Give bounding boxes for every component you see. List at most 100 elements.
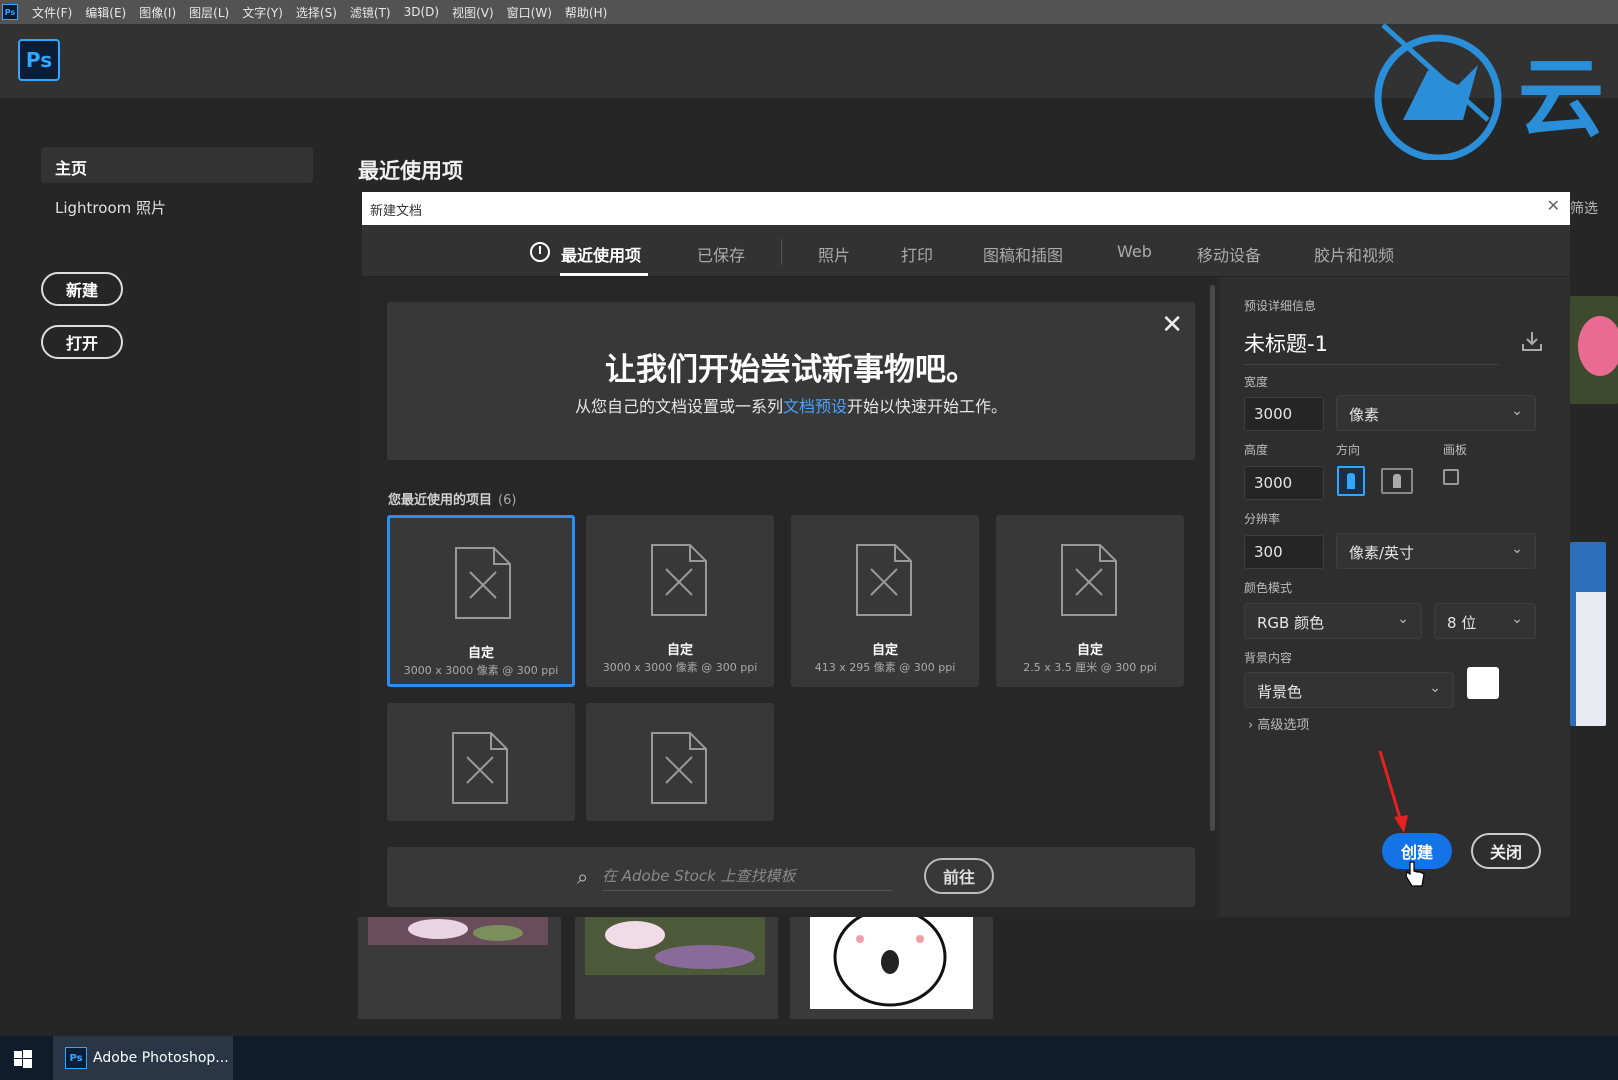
menu-file[interactable]: 文件(F) [32, 4, 72, 21]
chevron-down-icon: ⌄ [1511, 403, 1523, 419]
windows-start-icon[interactable] [14, 1050, 32, 1068]
dialog-title: 新建文档 [370, 204, 423, 219]
chevron-down-icon: ⌄ [1511, 541, 1523, 557]
card-name: 自定 [467, 646, 494, 661]
recent-thumb-2[interactable] [575, 917, 778, 1019]
new-document-dialog: 最近使用项 已保存 照片 打印 图稿和插图 Web 移动设备 胶片和视频 ✕ 让… [362, 225, 1570, 917]
new-button[interactable]: 新建 [41, 272, 123, 306]
menu-layer[interactable]: 图层(L) [189, 4, 229, 21]
stock-search-input[interactable]: 在 Adobe Stock 上查找模板 [602, 865, 892, 891]
preset-details-panel: 预设详细信息 未标题-1 宽度 3000 像素 ⌄ 高度 3000 方向 画板 分… [1221, 277, 1570, 917]
document-presets-link[interactable]: 文档预设 [783, 397, 847, 416]
document-name-input[interactable]: 未标题-1 [1244, 328, 1499, 365]
portrait-orientation-icon[interactable] [1337, 466, 1365, 496]
menu-filter[interactable]: 滤镜(T) [350, 4, 391, 21]
cartoon-face-image [810, 917, 973, 1009]
dialog-close-icon[interactable]: ✕ [1547, 196, 1560, 215]
recent-preset-card[interactable]: 自定 3000 x 3000 像素 @ 300 ppi [586, 515, 774, 687]
tab-photo[interactable]: 照片 [818, 242, 850, 266]
filter-label[interactable]: 筛选 [1570, 198, 1598, 218]
resolution-unit-select[interactable]: 像素/英寸 ⌄ [1336, 533, 1536, 569]
artboard-checkbox[interactable] [1443, 469, 1459, 485]
watermark-logo: 云 [1374, 23, 1604, 160]
bit-depth-value: 8 位 [1447, 614, 1477, 632]
color-mode-select[interactable]: RGB 颜色 ⌄ [1244, 603, 1422, 639]
close-button[interactable]: 关闭 [1471, 833, 1541, 869]
recent-preset-card[interactable]: 自定 413 x 295 像素 @ 300 ppi [791, 515, 979, 687]
menu-view[interactable]: 视图(V) [452, 4, 494, 21]
dialog-title-bar: 新建文档 ✕ [362, 192, 1570, 225]
height-input[interactable]: 3000 [1244, 466, 1324, 500]
taskbar-photoshop[interactable]: Ps Adobe Photoshop... [53, 1036, 233, 1080]
bit-depth-select[interactable]: 8 位 ⌄ [1434, 603, 1536, 639]
resolution-input[interactable]: 300 [1244, 535, 1324, 569]
width-input[interactable]: 3000 [1244, 397, 1324, 431]
card-dimensions: 413 x 295 像素 @ 300 ppi [814, 661, 956, 674]
menu-image[interactable]: 图像(I) [139, 4, 176, 21]
document-icon [452, 732, 508, 804]
sidebar-item-home[interactable]: 主页 [41, 147, 313, 183]
red-arrow-annotation [1378, 750, 1408, 833]
presets-scrollbar[interactable] [1210, 285, 1215, 831]
recent-preset-card[interactable]: 自定 2.5 x 3.5 厘米 @ 300 ppi [996, 515, 1184, 687]
tab-web[interactable]: Web [1117, 242, 1152, 261]
active-tab-underline [560, 273, 648, 276]
chevron-down-icon: ⌄ [1511, 611, 1523, 627]
preset-details-label: 预设详细信息 [1244, 299, 1317, 313]
width-label: 宽度 [1244, 375, 1269, 389]
search-icon: ⌕ [577, 865, 589, 889]
menu-type[interactable]: 文字(Y) [242, 4, 283, 21]
artboard-label: 画板 [1443, 443, 1468, 457]
ps-taskbar-icon: Ps [65, 1047, 87, 1069]
menu-select[interactable]: 选择(S) [296, 4, 337, 21]
ps-logo: Ps [18, 39, 60, 81]
banner-close-icon[interactable]: ✕ [1161, 310, 1183, 340]
banner-heading: 让我们开始尝试新事物吧。 [605, 352, 977, 388]
recent-items-title: 您最近使用的项目 [388, 493, 493, 508]
card-dimensions: 2.5 x 3.5 厘米 @ 300 ppi [1023, 661, 1157, 674]
document-icon [651, 544, 707, 616]
color-mode-label: 颜色模式 [1244, 581, 1293, 595]
open-button[interactable]: 打开 [41, 325, 123, 359]
tab-print[interactable]: 打印 [901, 242, 933, 266]
width-unit-select[interactable]: 像素 ⌄ [1336, 395, 1536, 431]
document-icon [455, 547, 511, 619]
tab-film-video[interactable]: 胶片和视频 [1314, 242, 1394, 266]
save-preset-icon[interactable] [1520, 329, 1544, 353]
recent-preset-card[interactable] [586, 703, 774, 821]
menu-3d[interactable]: 3D(D) [404, 5, 439, 19]
orientation-label: 方向 [1336, 443, 1361, 457]
document-icon [856, 544, 912, 616]
landscape-orientation-icon[interactable] [1381, 468, 1413, 494]
recent-preset-card[interactable] [387, 703, 575, 821]
advanced-options-label: 高级选项 [1257, 718, 1310, 733]
recent-title: 最近使用项 [358, 159, 463, 183]
tab-recent[interactable]: 最近使用项 [561, 242, 641, 266]
card-name: 自定 [1076, 643, 1103, 658]
menu-edit[interactable]: 编辑(E) [85, 4, 126, 21]
menu-help[interactable]: 帮助(H) [565, 4, 607, 21]
background-select[interactable]: 背景色 ⌄ [1244, 672, 1454, 708]
resolution-label: 分辨率 [1244, 512, 1281, 526]
stock-go-button[interactable]: 前往 [924, 858, 994, 894]
taskbar-app-label: Adobe Photoshop... [93, 1050, 229, 1066]
recent-thumb-3[interactable] [790, 917, 993, 1019]
recent-thumb-right-1[interactable] [1570, 296, 1618, 404]
preset-tabs: 最近使用项 已保存 照片 打印 图稿和插图 Web 移动设备 胶片和视频 [362, 225, 1570, 277]
recent-thumb-1[interactable] [358, 917, 561, 1019]
chevron-down-icon: ⌄ [1429, 680, 1441, 696]
menu-window[interactable]: 窗口(W) [507, 4, 552, 21]
advanced-options-toggle[interactable]: › 高级选项 [1248, 714, 1309, 733]
width-unit-value: 像素 [1349, 406, 1380, 424]
tab-mobile[interactable]: 移动设备 [1197, 242, 1261, 266]
sidebar-item-lightroom[interactable]: Lightroom 照片 [55, 197, 166, 218]
person-icon [1393, 474, 1401, 488]
background-color-swatch[interactable] [1467, 667, 1499, 699]
recent-preset-card[interactable]: 自定 3000 x 3000 像素 @ 300 ppi [387, 515, 575, 687]
tab-art-illustration[interactable]: 图稿和插图 [983, 242, 1063, 266]
ps-menu-icon: Ps [2, 4, 18, 20]
card-dimensions: 3000 x 3000 像素 @ 300 ppi [602, 661, 758, 674]
portrait-image [1570, 542, 1606, 726]
recent-thumb-right-2[interactable] [1570, 542, 1606, 726]
tab-saved[interactable]: 已保存 [697, 242, 745, 266]
